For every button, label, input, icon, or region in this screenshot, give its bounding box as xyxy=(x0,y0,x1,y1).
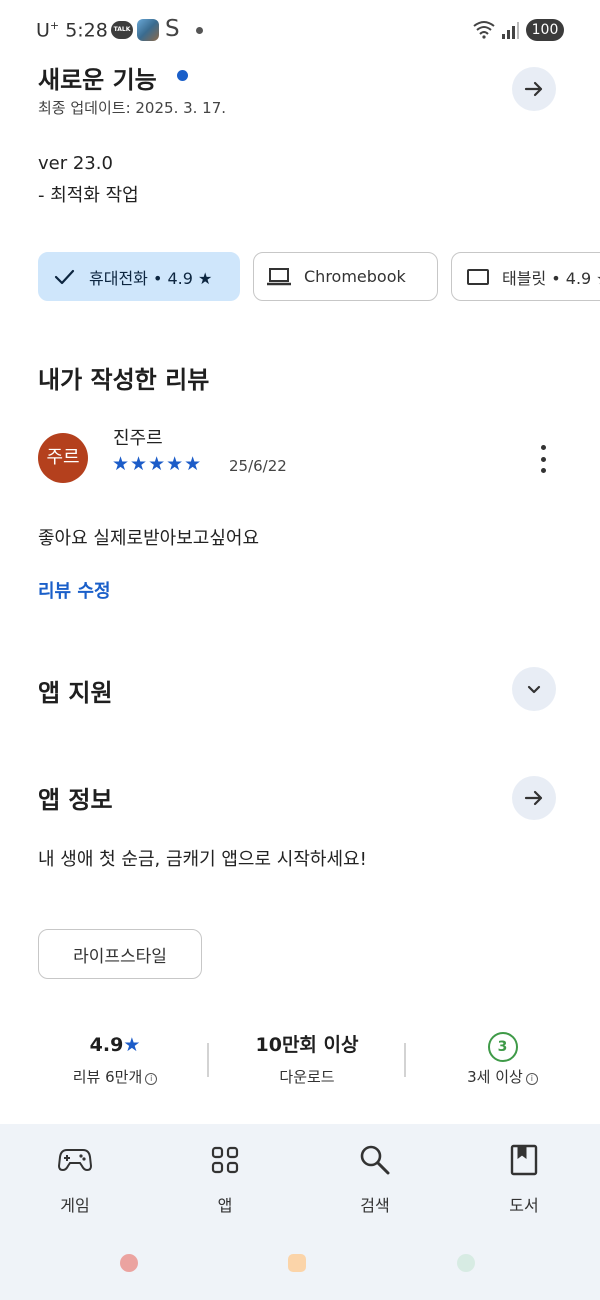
whats-new-title: 새로운 기능 xyxy=(38,66,157,94)
arrow-right-icon xyxy=(524,790,543,806)
stat-divider xyxy=(207,1043,209,1077)
system-recents-dot-icon[interactable] xyxy=(120,1254,138,1272)
battery-indicator: 100 xyxy=(526,19,564,41)
rating-label: 리뷰 6만개 i xyxy=(40,1060,190,1094)
gamepad-icon xyxy=(58,1149,92,1172)
s-app-icon: S xyxy=(165,16,180,42)
nav-apps[interactable]: 앱 xyxy=(175,1140,275,1216)
whats-new-arrow-button[interactable] xyxy=(512,67,556,111)
nav-games[interactable]: 게임 xyxy=(25,1140,125,1216)
rating-stat[interactable]: 4.9★ 리뷰 6만개 i xyxy=(40,1030,190,1094)
chip-phone[interactable]: 휴대전화 • 4.9 ★ xyxy=(38,252,240,301)
nav-label: 도서 xyxy=(509,1196,539,1215)
star-icon: ★ xyxy=(123,1034,141,1056)
release-notes: ver 23.0 - 최적화 작업 xyxy=(38,148,139,212)
stat-divider xyxy=(404,1043,406,1077)
category-tag-button[interactable]: 라이프스타일 xyxy=(38,929,202,979)
nav-label: 앱 xyxy=(217,1196,233,1215)
age-rating-badge-icon: 3 xyxy=(487,1032,518,1062)
apps-grid-icon xyxy=(211,1146,239,1174)
release-note-line: ver 23.0 xyxy=(38,153,113,174)
app-description: 내 생애 첫 순금, 금캐기 앱으로 시작하세요! xyxy=(38,849,367,870)
status-carrier: U+ 5:28 xyxy=(36,19,108,42)
app-support-expand-button[interactable] xyxy=(512,667,556,711)
game-notification-icon xyxy=(137,19,159,41)
new-indicator-dot-icon xyxy=(177,70,188,81)
search-icon xyxy=(360,1145,390,1175)
info-icon: i xyxy=(145,1073,158,1085)
bottom-navigation: 게임 앱 검색 도서 xyxy=(0,1124,600,1300)
info-icon: i xyxy=(525,1073,538,1085)
laptop-icon xyxy=(267,267,291,285)
app-info-title: 앱 정보 xyxy=(38,786,113,814)
status-time: 5:28 xyxy=(65,19,108,42)
release-note-line: - 최적화 작업 xyxy=(38,185,139,206)
downloads-label: 다운로드 xyxy=(279,1068,335,1086)
nav-search[interactable]: 검색 xyxy=(325,1140,425,1216)
system-back-dot-icon[interactable] xyxy=(457,1254,475,1272)
review-body: 좋아요 실제로받아보고싶어요 xyxy=(38,528,260,549)
more-notifications-dot-icon xyxy=(196,27,203,34)
wifi-icon xyxy=(473,21,495,39)
my-review-title: 내가 작성한 리뷰 xyxy=(38,366,210,394)
chip-chromebook[interactable]: Chromebook xyxy=(253,252,438,301)
nav-label: 검색 xyxy=(360,1196,390,1215)
nav-label: 게임 xyxy=(60,1196,90,1215)
book-icon xyxy=(510,1144,538,1176)
system-home-dot-icon[interactable] xyxy=(288,1254,306,1272)
rating-value: 4.9★ xyxy=(89,1034,141,1056)
age-rating-label: 3세 이상 i xyxy=(430,1060,575,1094)
kakaotalk-icon: TALK xyxy=(111,21,133,39)
check-icon xyxy=(54,269,75,284)
app-support-title: 앱 지원 xyxy=(38,679,113,707)
chip-label: 휴대전화 • 4.9 ★ xyxy=(89,268,213,288)
chip-label: 태블릿 • 4.9 ★ xyxy=(502,268,600,288)
tablet-icon xyxy=(467,268,489,285)
device-chip-row: 휴대전화 • 4.9 ★ Chromebook 태블릿 • 4.9 ★ xyxy=(38,252,600,302)
app-info-arrow-button[interactable] xyxy=(512,776,556,820)
nav-books[interactable]: 도서 xyxy=(474,1140,574,1216)
signal-icon xyxy=(502,22,519,39)
avatar: 주르 xyxy=(38,433,88,483)
downloads-value: 10만회 이상 xyxy=(255,1034,359,1056)
last-updated-text: 최종 업데이트: 2025. 3. 17. xyxy=(38,99,227,117)
age-rating-stat[interactable]: 3 3세 이상 i xyxy=(430,1030,575,1094)
review-more-options-button[interactable] xyxy=(530,443,556,475)
arrow-right-icon xyxy=(524,81,543,97)
more-vert-icon xyxy=(540,445,546,450)
review-stars: ★★★★★ xyxy=(112,453,203,475)
chevron-down-icon xyxy=(527,685,541,694)
status-bar: U+ 5:28 TALK S 100 xyxy=(0,0,600,60)
reviewer-name: 진주르 xyxy=(113,428,163,449)
downloads-stat: 10만회 이상 다운로드 xyxy=(222,1030,392,1094)
chip-label: Chromebook xyxy=(304,267,406,286)
chip-tablet[interactable]: 태블릿 • 4.9 ★ xyxy=(451,252,600,301)
edit-review-link[interactable]: 리뷰 수정 xyxy=(38,577,111,603)
review-date: 25/6/22 xyxy=(229,457,287,475)
